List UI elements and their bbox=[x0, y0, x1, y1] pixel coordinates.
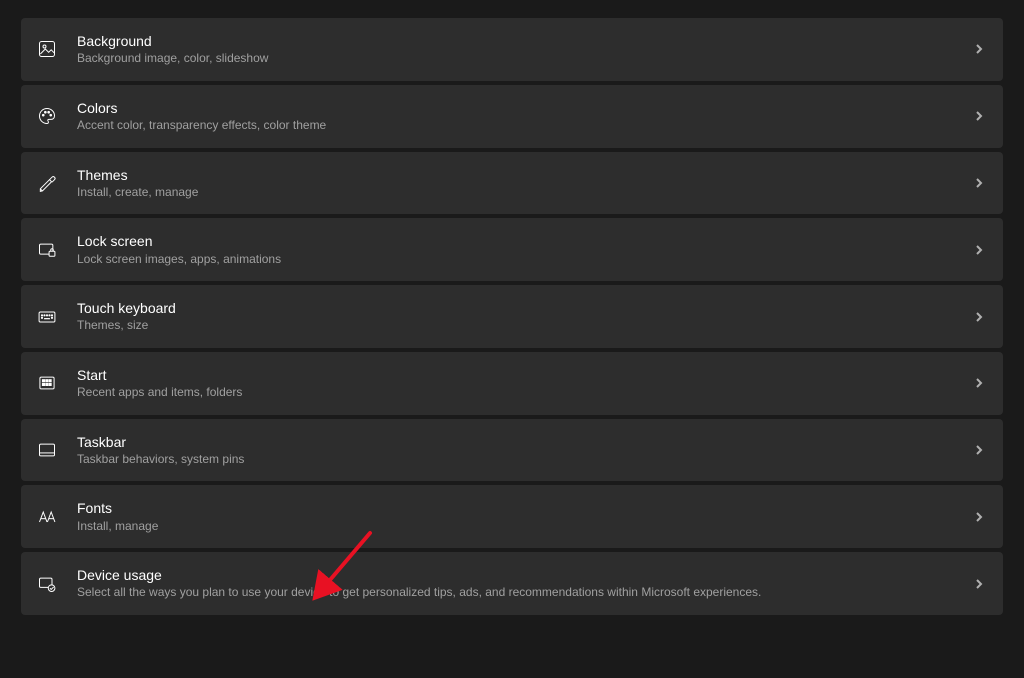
lockscreen-icon bbox=[35, 238, 59, 262]
item-text: Fonts Install, manage bbox=[77, 499, 973, 534]
item-text: Device usage Select all the ways you pla… bbox=[77, 566, 973, 601]
item-text: Colors Accent color, transparency effect… bbox=[77, 99, 973, 134]
item-title: Device usage bbox=[77, 566, 973, 584]
item-desc: Background image, color, slideshow bbox=[77, 51, 973, 67]
item-desc: Recent apps and items, folders bbox=[77, 385, 973, 401]
item-text: Touch keyboard Themes, size bbox=[77, 299, 973, 334]
settings-item-lockscreen[interactable]: Lock screen Lock screen images, apps, an… bbox=[21, 218, 1003, 281]
start-icon bbox=[35, 371, 59, 395]
item-title: Colors bbox=[77, 99, 973, 117]
item-text: Background Background image, color, slid… bbox=[77, 32, 973, 67]
item-text: Themes Install, create, manage bbox=[77, 166, 973, 201]
chevron-right-icon bbox=[973, 110, 985, 122]
item-title: Touch keyboard bbox=[77, 299, 973, 317]
background-icon bbox=[35, 37, 59, 61]
settings-item-taskbar[interactable]: Taskbar Taskbar behaviors, system pins bbox=[21, 419, 1003, 482]
settings-item-deviceusage[interactable]: Device usage Select all the ways you pla… bbox=[21, 552, 1003, 615]
chevron-right-icon bbox=[973, 311, 985, 323]
item-title: Background bbox=[77, 32, 973, 50]
item-desc: Lock screen images, apps, animations bbox=[77, 252, 973, 268]
item-desc: Select all the ways you plan to use your… bbox=[77, 585, 973, 601]
chevron-right-icon bbox=[973, 578, 985, 590]
deviceusage-icon bbox=[35, 572, 59, 596]
settings-item-colors[interactable]: Colors Accent color, transparency effect… bbox=[21, 85, 1003, 148]
chevron-right-icon bbox=[973, 244, 985, 256]
item-text: Start Recent apps and items, folders bbox=[77, 366, 973, 401]
colors-icon bbox=[35, 104, 59, 128]
settings-item-themes[interactable]: Themes Install, create, manage bbox=[21, 152, 1003, 215]
item-desc: Accent color, transparency effects, colo… bbox=[77, 118, 973, 134]
touchkeyboard-icon bbox=[35, 305, 59, 329]
personalization-settings-list: Background Background image, color, slid… bbox=[21, 18, 1003, 615]
item-text: Taskbar Taskbar behaviors, system pins bbox=[77, 433, 973, 468]
fonts-icon bbox=[35, 505, 59, 529]
item-title: Fonts bbox=[77, 499, 973, 517]
item-title: Taskbar bbox=[77, 433, 973, 451]
chevron-right-icon bbox=[973, 43, 985, 55]
item-desc: Install, manage bbox=[77, 519, 973, 535]
item-title: Start bbox=[77, 366, 973, 384]
taskbar-icon bbox=[35, 438, 59, 462]
chevron-right-icon bbox=[973, 377, 985, 389]
settings-item-touchkeyboard[interactable]: Touch keyboard Themes, size bbox=[21, 285, 1003, 348]
item-desc: Install, create, manage bbox=[77, 185, 973, 201]
themes-icon bbox=[35, 171, 59, 195]
item-text: Lock screen Lock screen images, apps, an… bbox=[77, 232, 973, 267]
chevron-right-icon bbox=[973, 444, 985, 456]
chevron-right-icon bbox=[973, 511, 985, 523]
settings-item-background[interactable]: Background Background image, color, slid… bbox=[21, 18, 1003, 81]
settings-item-fonts[interactable]: Fonts Install, manage bbox=[21, 485, 1003, 548]
item-desc: Taskbar behaviors, system pins bbox=[77, 452, 973, 468]
settings-item-start[interactable]: Start Recent apps and items, folders bbox=[21, 352, 1003, 415]
item-title: Lock screen bbox=[77, 232, 973, 250]
item-desc: Themes, size bbox=[77, 318, 973, 334]
item-title: Themes bbox=[77, 166, 973, 184]
chevron-right-icon bbox=[973, 177, 985, 189]
